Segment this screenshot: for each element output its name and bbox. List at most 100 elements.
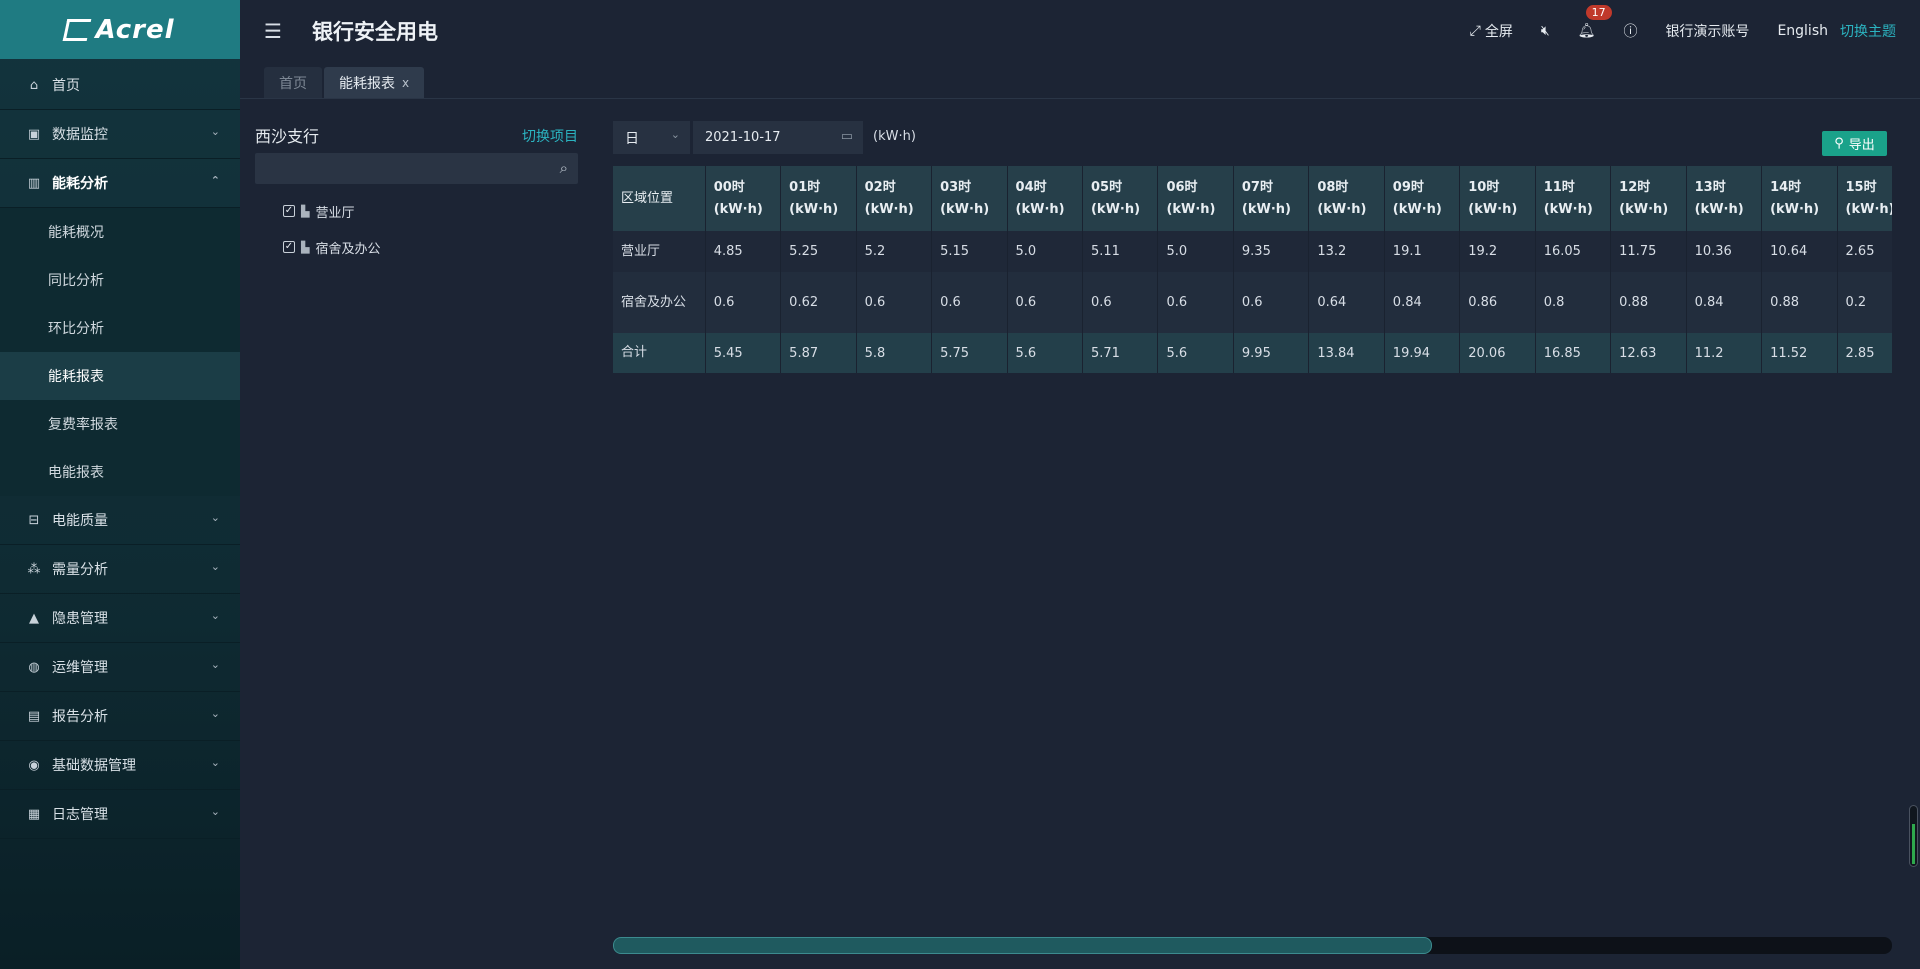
export-button[interactable]: ⚲ 导出 — [1822, 131, 1887, 156]
table-cell: 0.88 — [1761, 272, 1838, 333]
menu-toggle-icon[interactable]: ☰ — [264, 19, 286, 43]
help-icon: ⓘ — [1623, 24, 1638, 40]
sidebar-item-hazard-management[interactable]: ▲ 隐患管理 ⌄ — [0, 594, 240, 643]
vertical-scrollbar[interactable] — [1909, 805, 1918, 867]
checkbox-checked-icon[interactable]: ✓ — [283, 205, 295, 217]
table-cell: 0.6 — [705, 272, 782, 333]
horizontal-scrollbar[interactable] — [613, 937, 1892, 954]
table-header-hour: 03时 (kW·h) — [931, 166, 1008, 231]
sidebar-item-energy-analysis[interactable]: ▥ 能耗分析 ⌃ — [0, 159, 240, 208]
sidebar-subitem-power-report[interactable]: 电能报表 — [0, 448, 240, 496]
sidebar-subitem-overview[interactable]: 能耗概况 — [0, 208, 240, 256]
table-cell: 5.15 — [931, 231, 1008, 272]
table-cell: 19.94 — [1384, 333, 1461, 373]
table-cell: 2.85 — [1837, 333, 1892, 373]
sidebar-item-label: 运维管理 — [52, 660, 108, 676]
tab-home[interactable]: 首页 — [264, 67, 322, 98]
date-picker[interactable]: 2021-10-17 ▭ — [693, 121, 863, 154]
table-cell: 5.71 — [1082, 333, 1159, 373]
table-cell: 10.36 — [1686, 231, 1763, 272]
table-cell: 16.05 — [1535, 231, 1612, 272]
hour-unit: (kW·h) — [713, 201, 763, 217]
chevron-down-icon: ⌄ — [210, 125, 220, 138]
switch-project-link[interactable]: 切换项目 — [522, 126, 578, 146]
table-header-hour: 13时 (kW·h) — [1686, 166, 1763, 231]
hour-label: 08时 — [1317, 179, 1349, 195]
table-cell: 0.88 — [1610, 272, 1687, 333]
fullscreen-button[interactable]: ⤢ 全屏 — [1470, 21, 1513, 41]
sidebar-item-data-monitor[interactable]: ▣ 数据监控 ⌄ — [0, 110, 240, 159]
search-icon[interactable]: ⌕ — [560, 159, 568, 177]
theme-switch[interactable]: 切换主题 — [1840, 21, 1896, 41]
close-icon[interactable]: x — [402, 76, 409, 90]
sidebar-subitem-energy-report[interactable]: 能耗报表 — [0, 352, 240, 400]
table-cell: 20.06 — [1459, 333, 1536, 373]
hour-label: 07时 — [1241, 179, 1273, 195]
table-header-row: 区域位置 00时 (kW·h) 01时 (kW·h) 02时 (kW·h) 03时 (kW·h… — [613, 166, 1892, 231]
hour-unit: (kW·h) — [1241, 201, 1291, 217]
table-cell: 5.75 — [931, 333, 1008, 373]
sidebar-item-report-analysis[interactable]: ▤ 报告分析 ⌄ — [0, 692, 240, 741]
tree-node-lobby[interactable]: ✓ ▙ 营业厅 — [283, 202, 354, 221]
hour-unit: (kW·h) — [1015, 201, 1065, 217]
sidebar-item-base-data[interactable]: ◉ 基础数据管理 ⌄ — [0, 741, 240, 790]
chevron-down-icon: ⌄ — [210, 560, 220, 573]
sidebar-item-demand-analysis[interactable]: ⁂ 需量分析 ⌄ — [0, 545, 240, 594]
language-switch[interactable]: English — [1777, 23, 1828, 39]
sidebar-menu: ⌂ 首页 ▣ 数据监控 ⌄ ▥ 能耗分析 ⌃ 能耗概况 同比分析 环比分析 能耗… — [0, 61, 240, 839]
table-row: 宿舍及办公 0.6 0.62 0.6 0.6 0.6 0.6 0.6 0.6 0.64 0.84 0.… — [613, 272, 1892, 333]
table-cell: 0.84 — [1384, 272, 1461, 333]
period-select[interactable]: 日 ⌄ — [613, 121, 690, 154]
tree-node-dorm-office[interactable]: ✓ ▙ 宿舍及办公 — [283, 238, 380, 257]
bell-icon: 🔔︎ — [1577, 23, 1596, 39]
hour-unit: (kW·h) — [1543, 201, 1593, 217]
table-cell: 13.2 — [1308, 231, 1385, 272]
energy-analysis-submenu: 能耗概况 同比分析 环比分析 能耗报表 复费率报表 电能报表 — [0, 208, 240, 496]
hour-label: 14时 — [1770, 179, 1802, 195]
table-cell: 0.6 — [856, 272, 933, 333]
vertical-scrollbar-thumb[interactable] — [1912, 824, 1915, 864]
energy-report-table[interactable]: 区域位置 00时 (kW·h) 01时 (kW·h) 02时 (kW·h) 03时 (kW·h… — [613, 166, 1892, 373]
date-value: 2021-10-17 — [705, 130, 781, 145]
hour-label: 01时 — [789, 179, 821, 195]
sidebar-item-maintenance[interactable]: ◍ 运维管理 ⌄ — [0, 643, 240, 692]
table-cell: 10.64 — [1761, 231, 1838, 272]
hour-unit: (kW·h) — [1468, 201, 1518, 217]
table-cell: 19.1 — [1384, 231, 1461, 272]
sidebar-item-log-management[interactable]: ▦ 日志管理 ⌄ — [0, 790, 240, 839]
sidebar-subitem-multi-rate-report[interactable]: 复费率报表 — [0, 400, 240, 448]
tab-divider — [240, 98, 1920, 99]
hour-label: 04时 — [1015, 179, 1047, 195]
hour-label: 00时 — [713, 179, 745, 195]
checkbox-checked-icon[interactable]: ✓ — [283, 241, 295, 253]
help-button[interactable]: ⓘ — [1623, 21, 1637, 41]
table-cell: 9.95 — [1233, 333, 1310, 373]
mute-button[interactable]: 🔇︎ — [1541, 23, 1550, 39]
sidebar-item-home[interactable]: ⌂ 首页 — [0, 61, 240, 110]
tab-energy-report[interactable]: 能耗报表 x — [324, 67, 425, 98]
sidebar-item-label: 数据监控 — [52, 127, 108, 143]
maintenance-icon: ◍ — [28, 659, 40, 675]
sidebar-item-power-quality[interactable]: ⊟ 电能质量 ⌄ — [0, 496, 240, 545]
hour-label: 11时 — [1543, 179, 1575, 195]
horizontal-scrollbar-thumb[interactable] — [613, 937, 1432, 954]
bar-chart-icon: ▥ — [27, 175, 41, 191]
notification-button[interactable]: 🔔︎ 17 — [1577, 5, 1612, 39]
sidebar-subitem-yoy[interactable]: 同比分析 — [0, 256, 240, 304]
sidebar-subitem-mom[interactable]: 环比分析 — [0, 304, 240, 352]
hour-label: 06时 — [1166, 179, 1198, 195]
table-cell: 5.45 — [705, 333, 782, 373]
hour-unit: (kW·h) — [1166, 201, 1216, 217]
speaker-mute-icon: 🔇︎ — [1540, 23, 1550, 39]
account-menu[interactable]: 银行演示账号 — [1665, 21, 1749, 41]
top-header: ☰ 银行安全用电 ⤢ 全屏 🔇︎ 🔔︎ 17 ⓘ 银行演示账号 English … — [240, 0, 1920, 62]
tree-search-input[interactable]: ⌕ — [255, 153, 578, 184]
warning-icon: ▲ — [29, 610, 39, 626]
export-label: 导出 — [1848, 138, 1875, 153]
table-cell: 5.87 — [780, 333, 857, 373]
table-cell: 11.52 — [1761, 333, 1838, 373]
tab-label: 能耗报表 — [339, 75, 395, 92]
monitor-icon: ▣ — [27, 126, 41, 142]
table-cell: 12.63 — [1610, 333, 1687, 373]
table-header-hour: 00时 (kW·h) — [705, 166, 782, 231]
